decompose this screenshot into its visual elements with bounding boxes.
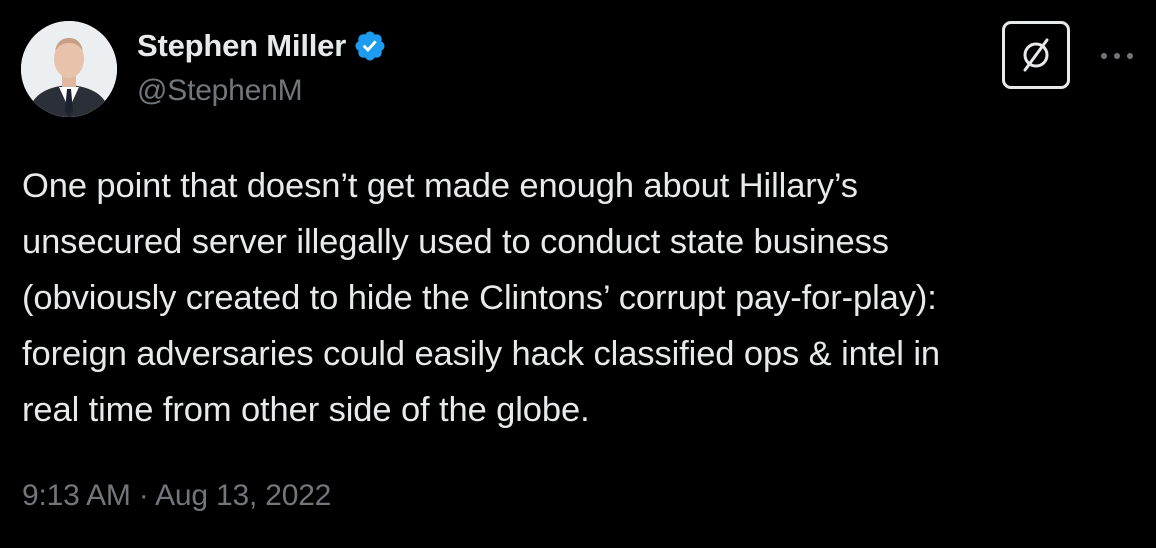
more-horizontal-icon	[1101, 53, 1133, 59]
grok-icon	[1023, 38, 1049, 72]
avatar[interactable]	[21, 21, 117, 117]
tweet-card: Stephen Miller @StephenM One point that …	[0, 0, 1156, 548]
more-options-button[interactable]	[1097, 44, 1137, 68]
grok-button[interactable]	[1002, 21, 1070, 89]
profile-photo-icon	[21, 21, 117, 117]
verified-badge-icon	[353, 29, 387, 63]
name-row: Stephen Miller	[137, 26, 387, 66]
handle[interactable]: @StephenM	[137, 74, 387, 108]
author-block: Stephen Miller @StephenM	[137, 26, 387, 108]
tweet-text: One point that doesn’t get made enough a…	[22, 167, 941, 429]
tweet-timestamp[interactable]: 9:13 AM · Aug 13, 2022	[22, 479, 331, 513]
display-name[interactable]: Stephen Miller	[137, 28, 346, 64]
